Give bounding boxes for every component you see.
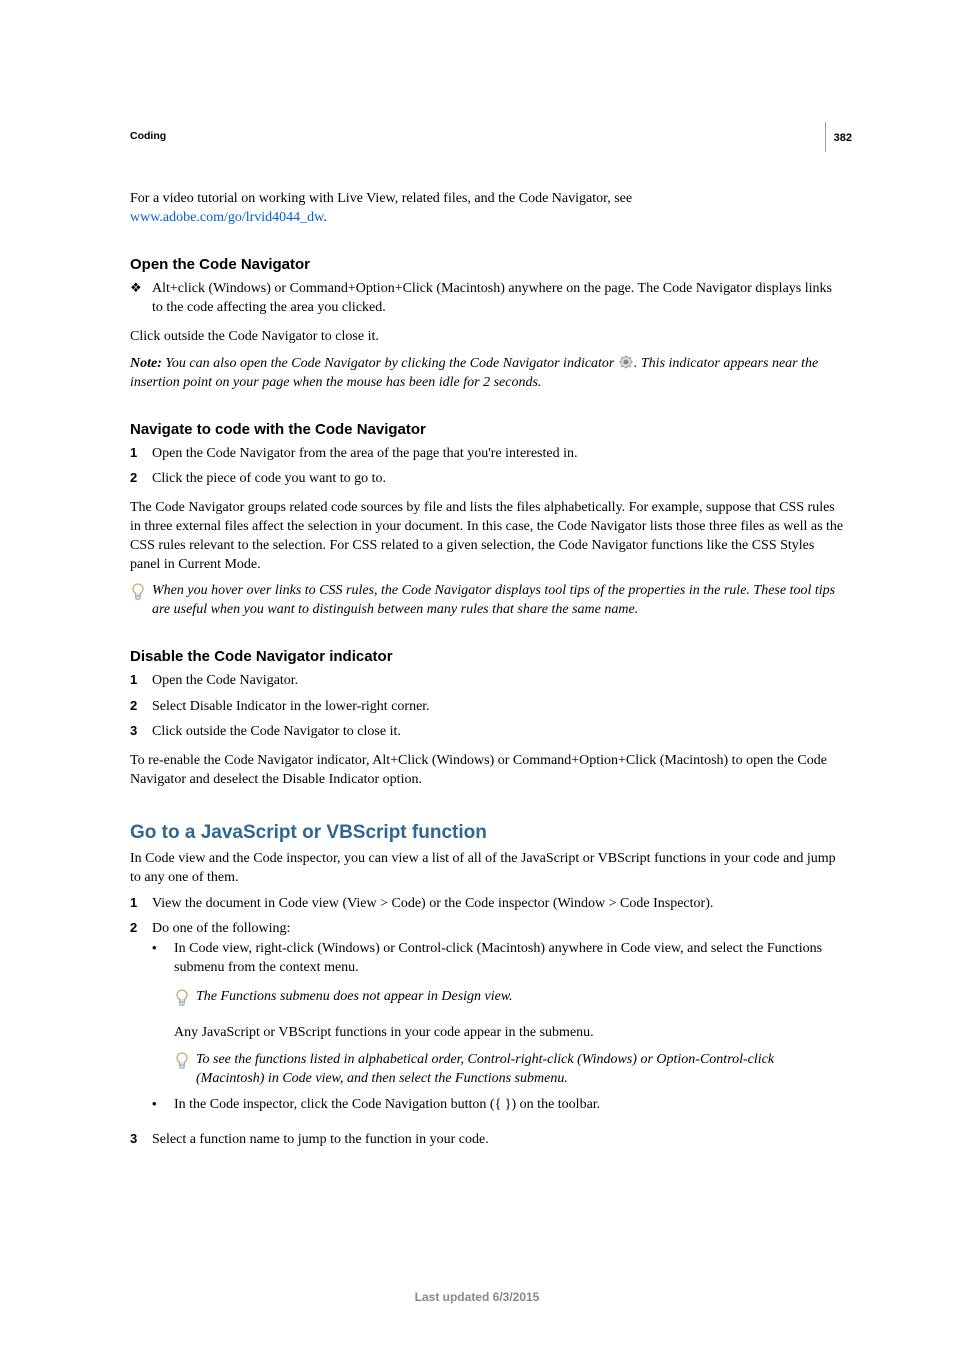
list-item-text: Alt+click (Windows) or Command+Option+Cl… bbox=[152, 279, 844, 318]
tip-callout: To see the functions listed in alphabeti… bbox=[174, 1051, 844, 1089]
step-number: 3 bbox=[130, 1130, 152, 1150]
step-number: 2 bbox=[130, 469, 152, 489]
page-number-container: 382 bbox=[825, 122, 852, 152]
video-tutorial-link[interactable]: www.adobe.com/go/lrvid4044_dw bbox=[130, 210, 323, 225]
list-item: 3 Select a function name to jump to the … bbox=[130, 1130, 844, 1150]
list-item-text: In the Code inspector, click the Code Na… bbox=[174, 1095, 844, 1115]
step-number: 2 bbox=[130, 919, 152, 1124]
step-number: 3 bbox=[130, 722, 152, 742]
tip-callout: When you hover over links to CSS rules, … bbox=[130, 582, 844, 620]
bullet-icon: • bbox=[152, 939, 174, 978]
page: 382 Coding For a video tutorial on worki… bbox=[0, 0, 954, 1350]
list-item: 3 Click outside the Code Navigator to cl… bbox=[130, 722, 844, 742]
list-item-text: Click the piece of code you want to go t… bbox=[152, 469, 844, 489]
disable-steps: 1 Open the Code Navigator. 2 Select Disa… bbox=[130, 671, 844, 742]
intro-text-pre: For a video tutorial on working with Liv… bbox=[130, 191, 632, 206]
list-item: 1 View the document in Code view (View >… bbox=[130, 894, 844, 914]
step2-text: Do one of the following: bbox=[152, 921, 290, 936]
list-item-text: Do one of the following: • In Code view,… bbox=[152, 919, 844, 1124]
note-paragraph: Note: You can also open the Code Navigat… bbox=[130, 355, 844, 393]
list-item: 2 Click the piece of code you want to go… bbox=[130, 469, 844, 489]
list-item-text: Open the Code Navigator. bbox=[152, 671, 844, 691]
step2-any-text: Any JavaScript or VBScript functions in … bbox=[174, 1024, 844, 1043]
list-item-text: View the document in Code view (View > C… bbox=[152, 894, 844, 914]
navigate-steps: 1 Open the Code Navigator from the area … bbox=[130, 444, 844, 489]
open-after-text: Click outside the Code Navigator to clos… bbox=[130, 328, 844, 347]
list-item: 2 Do one of the following: • In Code vie… bbox=[130, 919, 844, 1124]
goto-intro-text: In Code view and the Code inspector, you… bbox=[130, 850, 844, 888]
tip-text: When you hover over links to CSS rules, … bbox=[152, 582, 844, 620]
diamond-bullet-icon: ❖ bbox=[130, 279, 152, 318]
heading-go-to-function: Go to a JavaScript or VBScript function bbox=[130, 822, 844, 844]
tip-text: The Functions submenu does not appear in… bbox=[196, 988, 844, 1008]
tip-callout: The Functions submenu does not appear in… bbox=[174, 988, 844, 1008]
lightbulb-icon bbox=[130, 582, 152, 620]
disable-after-text: To re-enable the Code Navigator indicato… bbox=[130, 752, 844, 790]
list-item: • In Code view, right-click (Windows) or… bbox=[152, 939, 844, 978]
step-number: 2 bbox=[130, 697, 152, 717]
intro-text-post: . bbox=[323, 210, 327, 225]
navigate-after-text: The Code Navigator groups related code s… bbox=[130, 499, 844, 575]
step-number: 1 bbox=[130, 894, 152, 914]
lightbulb-icon bbox=[174, 988, 196, 1008]
step-number: 1 bbox=[130, 671, 152, 691]
list-item-text: Select a function name to jump to the fu… bbox=[152, 1130, 844, 1150]
list-item: • In the Code inspector, click the Code … bbox=[152, 1095, 844, 1115]
list-item: ❖ Alt+click (Windows) or Command+Option+… bbox=[130, 279, 844, 318]
step2-sublist: • In Code view, right-click (Windows) or… bbox=[152, 939, 844, 978]
goto-steps: 1 View the document in Code view (View >… bbox=[130, 894, 844, 1150]
heading-navigate-to-code: Navigate to code with the Code Navigator bbox=[130, 421, 844, 438]
list-item-text: In Code view, right-click (Windows) or C… bbox=[174, 939, 844, 978]
list-item-text: Select Disable Indicator in the lower-ri… bbox=[152, 697, 844, 717]
step2-sublist-2: • In the Code inspector, click the Code … bbox=[152, 1095, 844, 1115]
open-bullet-list: ❖ Alt+click (Windows) or Command+Option+… bbox=[130, 279, 844, 318]
list-item: 1 Open the Code Navigator. bbox=[130, 671, 844, 691]
note-text-pre: You can also open the Code Navigator by … bbox=[162, 356, 618, 371]
intro-paragraph: For a video tutorial on working with Liv… bbox=[130, 190, 844, 228]
note-label: Note: bbox=[130, 356, 162, 371]
list-item: 1 Open the Code Navigator from the area … bbox=[130, 444, 844, 464]
lightbulb-icon bbox=[174, 1051, 196, 1089]
list-item-text: Open the Code Navigator from the area of… bbox=[152, 444, 844, 464]
footer-last-updated: Last updated 6/3/2015 bbox=[0, 1290, 954, 1304]
code-navigator-indicator-icon bbox=[618, 355, 634, 369]
list-item: 2 Select Disable Indicator in the lower-… bbox=[130, 697, 844, 717]
list-item-text: Click outside the Code Navigator to clos… bbox=[152, 722, 844, 742]
bullet-icon: • bbox=[152, 1095, 174, 1115]
heading-open-code-navigator: Open the Code Navigator bbox=[130, 256, 844, 273]
heading-disable-indicator: Disable the Code Navigator indicator bbox=[130, 648, 844, 665]
step-number: 1 bbox=[130, 444, 152, 464]
page-number: 382 bbox=[834, 132, 852, 144]
tip-text: To see the functions listed in alphabeti… bbox=[196, 1051, 844, 1089]
section-header: Coding bbox=[130, 130, 844, 142]
